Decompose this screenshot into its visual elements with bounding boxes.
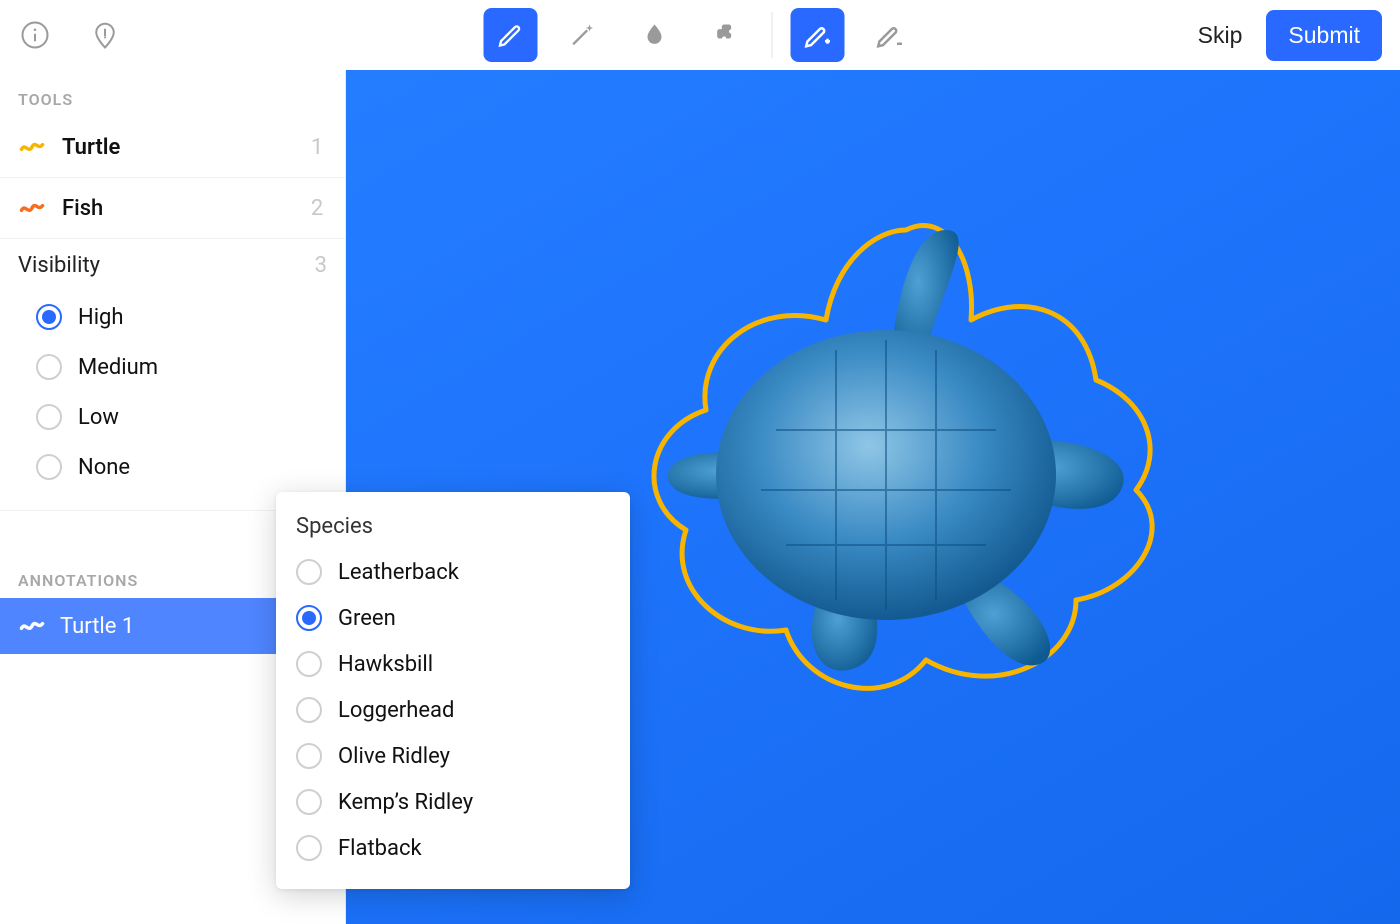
flag-pin-icon[interactable] — [88, 18, 122, 52]
species-option[interactable]: Kemp’s Ridley — [296, 779, 610, 825]
species-option-label: Green — [338, 606, 396, 631]
visibility-option-label: None — [78, 455, 130, 480]
species-option[interactable]: Loggerhead — [296, 687, 610, 733]
species-option-label: Flatback — [338, 836, 422, 861]
squiggle-icon — [18, 612, 46, 640]
sidebar-item-label: Turtle — [62, 135, 291, 160]
tool-puzzle[interactable] — [700, 8, 754, 62]
visibility-option[interactable]: High — [36, 292, 327, 342]
tool-pen-minus[interactable] — [863, 8, 917, 62]
sidebar-item-key: 1 — [307, 135, 327, 160]
squiggle-icon — [18, 194, 46, 222]
sidebar-section-tools: Tools — [0, 70, 345, 117]
tool-droplet[interactable] — [628, 8, 682, 62]
species-option-label: Loggerhead — [338, 698, 454, 723]
radio-dot[interactable] — [296, 651, 322, 677]
species-option-label: Kemp’s Ridley — [338, 790, 473, 815]
visibility-option-label: High — [78, 305, 124, 330]
skip-button[interactable]: Skip — [1198, 22, 1243, 49]
topbar: Skip Submit — [0, 0, 1400, 70]
topbar-left — [18, 18, 122, 52]
tool-pen[interactable] — [484, 8, 538, 62]
species-option-label: Hawksbill — [338, 652, 433, 677]
species-popover: Species Leatherback Green Hawksbill Loggerh… — [276, 492, 630, 889]
visibility-options: High Medium Low None — [18, 292, 327, 492]
sidebar-item-turtle[interactable]: Turtle 1 — [0, 117, 345, 178]
visibility-label: Visibility — [18, 253, 100, 278]
species-option-label: Olive Ridley — [338, 744, 450, 769]
radio-dot[interactable] — [296, 835, 322, 861]
tool-pen-plus[interactable] — [791, 8, 845, 62]
sidebar-item-key: 2 — [307, 196, 327, 221]
species-option-label: Leatherback — [338, 560, 459, 585]
species-option[interactable]: Olive Ridley — [296, 733, 610, 779]
radio-dot[interactable] — [296, 559, 322, 585]
radio-dot[interactable] — [296, 789, 322, 815]
turtle-instance[interactable] — [576, 190, 1196, 710]
toolbox — [484, 8, 917, 62]
species-option[interactable]: Leatherback — [296, 549, 610, 595]
info-icon[interactable] — [18, 18, 52, 52]
species-popover-title: Species — [296, 514, 610, 539]
visibility-option-label: Medium — [78, 355, 158, 380]
squiggle-icon — [18, 133, 46, 161]
visibility-option[interactable]: Medium — [36, 342, 327, 392]
radio-dot[interactable] — [296, 697, 322, 723]
submit-button[interactable]: Submit — [1266, 10, 1382, 61]
species-option[interactable]: Flatback — [296, 825, 610, 871]
radio-dot[interactable] — [36, 304, 62, 330]
radio-dot[interactable] — [36, 454, 62, 480]
visibility-option-label: Low — [78, 405, 119, 430]
radio-dot[interactable] — [36, 354, 62, 380]
topbar-right: Skip Submit — [1198, 10, 1382, 61]
visibility-option[interactable]: Low — [36, 392, 327, 442]
radio-dot[interactable] — [296, 605, 322, 631]
visibility-key: 3 — [315, 253, 327, 278]
annotation-item-label: Turtle 1 — [60, 614, 134, 639]
radio-dot[interactable] — [36, 404, 62, 430]
sidebar-item-fish[interactable]: Fish 2 — [0, 178, 345, 239]
species-option[interactable]: Hawksbill — [296, 641, 610, 687]
tool-magic[interactable] — [556, 8, 610, 62]
visibility-option[interactable]: None — [36, 442, 327, 492]
sidebar-item-label: Fish — [62, 196, 291, 221]
species-option[interactable]: Green — [296, 595, 610, 641]
sidebar-item-visibility: Visibility 3 High Medium Low None — [0, 239, 345, 511]
toolbox-separator — [772, 12, 773, 58]
radio-dot[interactable] — [296, 743, 322, 769]
species-options: Leatherback Green Hawksbill Loggerhead Olive… — [296, 549, 610, 871]
